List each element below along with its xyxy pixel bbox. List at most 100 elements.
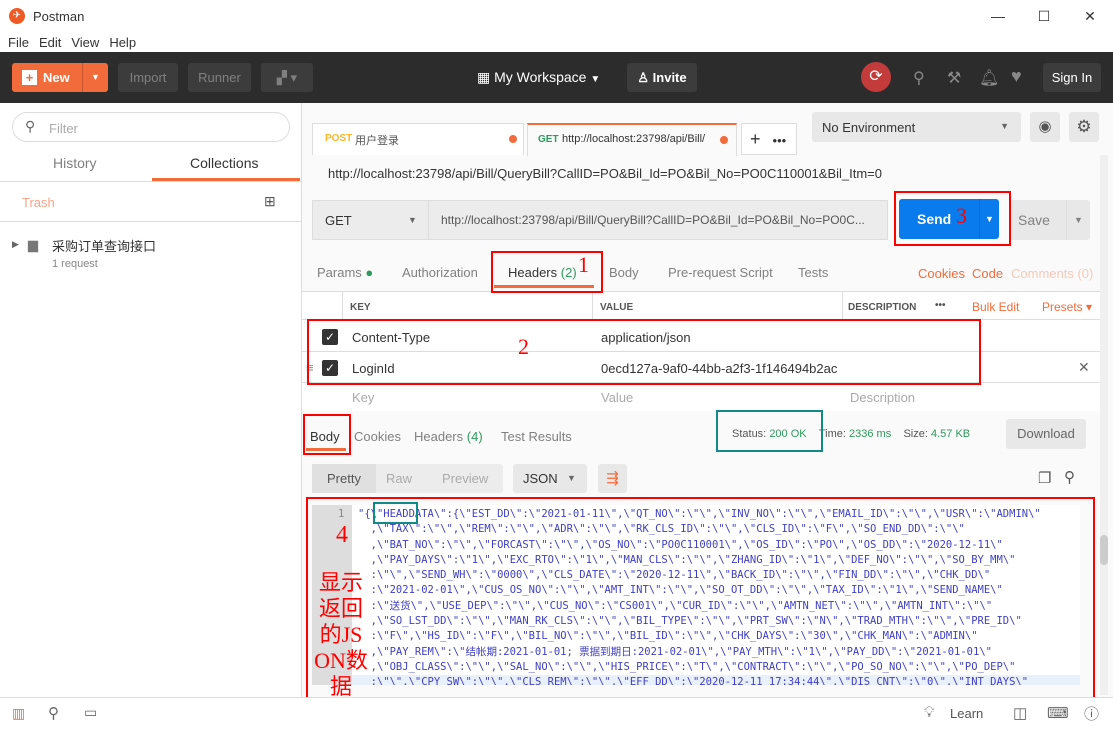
import-button[interactable]: Import [118, 63, 178, 92]
new-window-button[interactable]: ▞ ▾ [261, 63, 313, 92]
wrap-lines-icon[interactable]: ⇶ [598, 464, 627, 493]
find-icon[interactable]: ⚲ [48, 704, 59, 722]
bulk-edit-link[interactable]: Bulk Edit [972, 300, 1019, 314]
preview-button[interactable]: Preview [442, 471, 488, 486]
unsaved-dot [509, 135, 517, 143]
active-dot-icon: ● [365, 265, 374, 280]
trash-link[interactable]: Trash [22, 195, 55, 210]
tab-params[interactable]: Params ● [317, 265, 373, 280]
copy-icon[interactable]: ❐ [1038, 469, 1051, 487]
tab-tests[interactable]: Tests [798, 265, 828, 280]
value-input[interactable]: Value [601, 390, 633, 405]
console-icon[interactable]: ▭ [84, 704, 97, 721]
tab-body[interactable]: Body [609, 265, 639, 280]
collection-item[interactable]: ▶ ▆ 采购订单查询接口 1 request [0, 231, 301, 273]
scrollbar[interactable] [1100, 155, 1108, 695]
description-input[interactable]: Description [850, 390, 915, 405]
satellite-icon[interactable]: ⚲ [913, 68, 925, 88]
search-icon[interactable]: ⚲ [1064, 468, 1075, 486]
chevron-right-icon[interactable]: ▶ [12, 239, 19, 250]
pretty-button[interactable]: Pretty [312, 464, 376, 493]
format-select[interactable]: JSON ▼ [513, 464, 587, 493]
table-row-new: Key Value Description [302, 384, 1102, 412]
gear-icon[interactable]: ⚙ [1069, 112, 1099, 142]
menu-help[interactable]: Help [109, 35, 136, 50]
tab-response-cookies[interactable]: Cookies [354, 429, 401, 444]
new-window-icon: ▞ ▾ [276, 70, 298, 85]
plus-icon: + [22, 70, 37, 85]
tab-authorization[interactable]: Authorization [402, 265, 478, 280]
chevron-down-icon[interactable]: ▼ [1066, 200, 1090, 240]
filter-input[interactable]: ⚲ Filter [12, 112, 290, 142]
annotation-text: 显示返回的JSON数据 [314, 570, 368, 699]
tab-post-login[interactable]: POST 用户登录 [312, 123, 524, 155]
cookies-link[interactable]: Cookies [918, 266, 965, 281]
presets-dropdown[interactable]: Presets ▾ [1042, 300, 1092, 314]
key-input[interactable]: Key [352, 390, 374, 405]
url-input[interactable]: http://localhost:23798/api/Bill/QueryBil… [441, 213, 865, 227]
menu-file[interactable]: File [8, 35, 29, 50]
minimize-button[interactable]: — [975, 0, 1021, 32]
method-select[interactable]: GET ▼ [313, 201, 429, 239]
user-plus-icon: ♙ [637, 70, 653, 85]
annotation-number-1: 1 [578, 252, 589, 277]
tab-actions: + ••• [741, 123, 797, 155]
add-tab-icon[interactable]: + [742, 129, 761, 149]
window-title: Postman [33, 8, 85, 24]
annotation-number-3: 3 [956, 203, 967, 228]
annotation-box-send [894, 191, 1011, 246]
chevron-down-icon: ▼ [590, 74, 601, 85]
column-key: KEY [350, 302, 371, 313]
environment-select[interactable]: No Environment ▼ [812, 112, 1021, 142]
sign-in-button[interactable]: Sign In [1043, 63, 1101, 92]
keyboard-icon[interactable]: ⌨ [1047, 704, 1069, 722]
annotation-number-4: 4 [336, 522, 348, 548]
workspace-switcher[interactable]: ▦ My Workspace ▼ [477, 69, 600, 86]
grid-icon: ▦ [477, 69, 495, 85]
tab-history[interactable]: History [53, 155, 97, 171]
menu-view[interactable]: View [71, 35, 99, 50]
two-pane-icon[interactable]: ◫ [1013, 704, 1027, 722]
code-link[interactable]: Code [972, 266, 1003, 281]
bell-icon[interactable]: 🔔︎ [979, 68, 999, 88]
unsaved-dot [720, 136, 728, 144]
delete-row-icon[interactable]: ✕ [1078, 359, 1090, 376]
more-icon[interactable]: ••• [935, 300, 946, 311]
sync-icon[interactable]: ⟳ [861, 62, 891, 92]
annotation-box-header-rows [307, 319, 981, 385]
new-button[interactable]: + New ▼ [12, 63, 108, 92]
comments-link[interactable]: Comments (0) [1011, 266, 1093, 281]
annotation-box-response [306, 497, 1095, 701]
tab-get-querybill[interactable]: GET http://localhost:23798/api/Bill/ [527, 123, 737, 156]
learn-link[interactable]: Learn [950, 706, 983, 721]
chevron-down-icon: ▼ [1000, 121, 1009, 131]
search-icon: ⚲ [25, 118, 36, 134]
tab-response-headers[interactable]: Headers (4) [414, 429, 483, 444]
column-value: VALUE [600, 302, 634, 313]
tab-test-results[interactable]: Test Results [501, 429, 572, 444]
more-icon[interactable]: ••• [761, 133, 787, 148]
tab-collections[interactable]: Collections [190, 155, 258, 171]
close-button[interactable]: ✕ [1067, 0, 1113, 32]
help-icon[interactable]: ⓘ [1084, 703, 1099, 724]
chevron-down-icon: ▼ [408, 215, 417, 225]
wrench-icon[interactable]: ⚒ [947, 68, 961, 88]
maximize-button[interactable]: ☐ [1021, 0, 1067, 32]
heart-icon[interactable]: ♥ [1011, 66, 1022, 87]
menu-edit[interactable]: Edit [39, 35, 61, 50]
title-bar: ✈ Postman — ☐ ✕ [0, 0, 1113, 32]
request-title: http://localhost:23798/api/Bill/QueryBil… [328, 166, 883, 181]
save-button[interactable]: Save ▼ [1010, 200, 1090, 240]
raw-button[interactable]: Raw [386, 471, 412, 486]
eye-icon[interactable]: ◉ [1030, 112, 1060, 142]
invite-button[interactable]: ♙ Invite [627, 63, 697, 92]
chevron-down-icon[interactable]: ▼ [82, 63, 108, 92]
sidebar-toggle-icon[interactable]: ▥ [12, 705, 25, 722]
tab-prerequest-script[interactable]: Pre-request Script [668, 265, 773, 280]
runner-button[interactable]: Runner [188, 63, 251, 92]
download-button[interactable]: Download [1006, 419, 1086, 449]
new-collection-icon[interactable]: ⊞ [264, 193, 276, 210]
toolbar: + New ▼ Import Runner ▞ ▾ ▦ My Workspace ▼… [0, 52, 1113, 103]
annotation-box-status [716, 410, 823, 452]
annotation-number-2: 2 [518, 334, 529, 359]
